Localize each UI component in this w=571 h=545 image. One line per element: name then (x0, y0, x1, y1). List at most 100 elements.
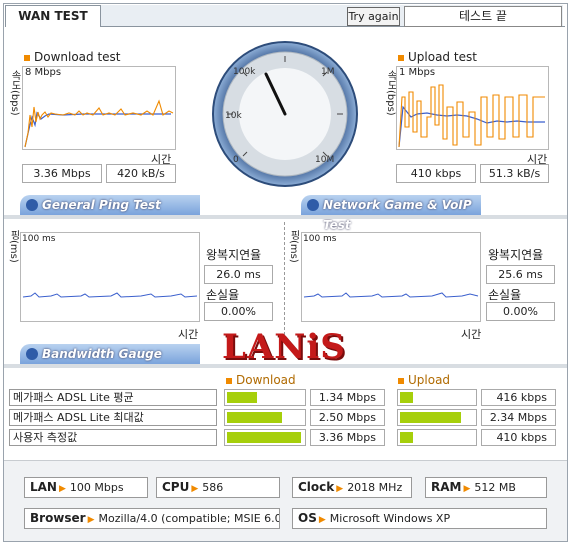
chevron-right-icon (307, 199, 319, 211)
arrow-right-icon: ▶ (336, 484, 344, 494)
upload-kbs: 51.3 kB/s (480, 164, 549, 183)
chevron-right-icon (26, 348, 38, 360)
download-value: 3.36 Mbps (310, 429, 385, 446)
download-graph (24, 99, 174, 148)
download-bar-fill (227, 392, 257, 403)
os-value: Microsoft Windows XP (329, 512, 451, 525)
bandwidth-download-header: Download (226, 373, 296, 387)
browser-info: Browser ▶ Mozilla/4.0 (compatible; MSIE 6.… (24, 508, 280, 529)
download-bar (224, 429, 306, 446)
bullet-icon (398, 377, 404, 384)
download-avg-line (24, 111, 171, 148)
ping-chart (20, 232, 200, 322)
gauge-label-1m: 1M (321, 67, 335, 77)
download-bar (224, 409, 306, 426)
ping-graph (22, 292, 198, 298)
upload-value: 410 kbps (481, 429, 556, 446)
upload-bar-fill (400, 432, 413, 443)
lanis-logo: LANiS (222, 327, 346, 367)
download-title-label: Download test (34, 50, 121, 64)
column-divider (284, 222, 285, 340)
bandwidth-row-label: 사용자 측정값 (9, 429, 217, 446)
browser-label: Browser (30, 511, 86, 525)
upload-scale: 1 Mbps (399, 67, 436, 78)
download-value: 2.50 Mbps (310, 409, 385, 426)
os-info: OS ▶ Microsoft Windows XP (292, 508, 547, 529)
bandwidth-upload-label: Upload (408, 373, 451, 387)
bandwidth-download-label: Download (236, 373, 296, 387)
bullet-icon (398, 54, 404, 61)
download-ylabel: 속도(bps) (9, 70, 20, 116)
lan-info: LAN ▶ 100 Mbps (24, 477, 148, 498)
game-chart (301, 232, 481, 322)
download-title: Download test (24, 50, 121, 64)
download-chart (22, 66, 176, 150)
ping-rtt: 26.0 ms (204, 265, 273, 284)
chevron-right-icon (26, 199, 38, 211)
gauge-label-100k: 100k (233, 67, 256, 77)
game-ylabel: 핑(ms) (288, 230, 299, 263)
speed-gauge: 0 10k 100k 1M 10M (212, 41, 358, 187)
clock-value: 2018 MHz (347, 481, 403, 494)
cpu-info: CPU ▶ 586 (156, 477, 280, 498)
status-text: 테스트 끝 (404, 6, 562, 27)
game-graph (303, 292, 479, 298)
try-again-button[interactable]: Try again (347, 7, 400, 26)
download-bar (224, 389, 306, 406)
upload-rate-line (398, 84, 545, 148)
ram-value: 512 MB (474, 481, 516, 494)
arrow-right-icon: ▶ (191, 484, 199, 494)
browser-value: Mozilla/4.0 (compatible; MSIE 6.0 (98, 512, 280, 525)
bandwidth-gauge-header: Bandwidth Gauge (20, 344, 200, 364)
ping-scale: 100 ms (22, 234, 56, 244)
upload-bar (397, 429, 477, 446)
download-bar-fill (227, 432, 301, 443)
ping-rtt-label: 왕복지연율 (206, 248, 262, 262)
gauge-label-10k: 10k (225, 111, 242, 121)
ping-line (22, 292, 198, 298)
game-loss: 0.00% (486, 302, 555, 321)
upload-bar (397, 409, 477, 426)
download-rate-line (24, 99, 174, 148)
ping-loss-label: 손실율 (206, 288, 240, 302)
download-mbps: 3.36 Mbps (22, 164, 102, 183)
os-label: OS (298, 511, 317, 525)
ping-xlabel: 시간 (178, 328, 199, 341)
game-scale: 100 ms (303, 234, 337, 244)
bullet-icon (24, 54, 30, 61)
gauge-label-10m: 10M (315, 155, 334, 165)
game-rtt: 25.6 ms (486, 265, 555, 284)
game-line (303, 292, 479, 298)
ram-info: RAM ▶ 512 MB (425, 477, 547, 498)
upload-title-label: Upload test (408, 50, 477, 64)
ram-label: RAM (431, 480, 462, 494)
download-value: 1.34 Mbps (310, 389, 385, 406)
ping-loss: 0.00% (204, 302, 273, 321)
clock-info: Clock ▶ 2018 MHz (292, 477, 412, 498)
tab-wan-test[interactable]: WAN TEST (5, 5, 101, 27)
bullet-icon (226, 377, 232, 384)
ping-ylabel: 핑(ms) (8, 230, 19, 263)
network-game-test-header: Network Game & VoIP Test (301, 195, 481, 232)
download-kbs: 420 kB/s (106, 164, 176, 183)
section-divider (4, 215, 567, 219)
bandwidth-gauge-label: Bandwidth Gauge (42, 347, 162, 361)
game-xlabel: 시간 (461, 328, 482, 341)
general-ping-test-header: General Ping Test (20, 195, 200, 215)
clock-label: Clock (298, 480, 335, 494)
game-rtt-label: 왕복지연율 (488, 248, 544, 262)
bandwidth-row-label: 메가패스 ADSL Lite 최대값 (9, 409, 217, 426)
lan-label: LAN (30, 480, 57, 494)
upload-bar-fill (400, 412, 461, 423)
section-divider (4, 364, 567, 368)
bandwidth-row-label: 메가패스 ADSL Lite 평균 (9, 389, 217, 406)
upload-bar (397, 389, 477, 406)
general-ping-test-label: General Ping Test (42, 198, 161, 212)
upload-value: 2.34 Mbps (481, 409, 556, 426)
bandwidth-upload-header: Upload (398, 373, 450, 387)
arrow-right-icon: ▶ (58, 484, 66, 494)
arrow-right-icon: ▶ (87, 515, 95, 525)
upload-bar-fill (400, 392, 413, 403)
upload-title: Upload test (398, 50, 477, 64)
upload-kbps: 410 kbps (396, 164, 476, 183)
